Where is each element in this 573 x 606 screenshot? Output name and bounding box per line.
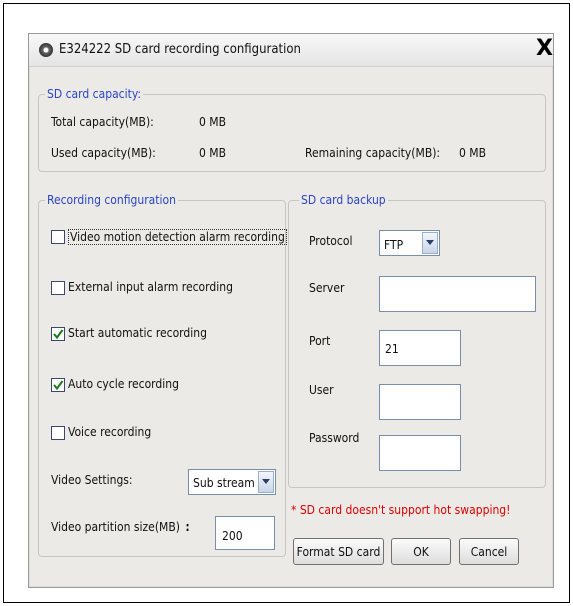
title-bar[interactable]: E324222 SD card recording configuration … <box>29 34 553 67</box>
option-label[interactable]: Auto cycle recording <box>68 377 179 391</box>
sd-recording-dialog: E324222 SD card recording configuration … <box>28 33 554 588</box>
partition-size-label: Video partition size(MB) : <box>51 520 190 534</box>
hot-swap-warning: * SD card doesn't support hot swapping! <box>291 503 511 517</box>
chevron-down-icon[interactable] <box>422 232 438 254</box>
video-settings-value: Sub stream <box>193 476 255 490</box>
backup-legend: SD card backup <box>299 193 388 207</box>
video-settings-select[interactable]: Sub stream <box>188 469 276 495</box>
chevron-down-icon[interactable] <box>258 471 274 493</box>
camera-icon <box>39 43 53 57</box>
option-label[interactable]: External input alarm recording <box>68 280 233 294</box>
port-input[interactable]: 21 <box>379 330 461 366</box>
backup-group: SD card backup Protocol FTP Server Port … <box>288 193 546 488</box>
recording-group: Recording configuration Video motion det… <box>38 193 287 557</box>
port-label: Port <box>309 334 331 348</box>
checkbox[interactable] <box>51 378 65 392</box>
protocol-value: FTP <box>384 238 404 252</box>
option-label[interactable]: Start automatic recording <box>68 326 207 340</box>
checkbox[interactable] <box>51 230 65 244</box>
checkbox[interactable] <box>51 327 65 341</box>
checkbox[interactable] <box>51 281 65 295</box>
cancel-button[interactable]: Cancel <box>459 538 519 565</box>
used-capacity-value: 0 MB <box>199 146 227 160</box>
total-capacity-value: 0 MB <box>199 115 227 129</box>
partition-size-value: 200 <box>222 529 243 543</box>
partition-size-input[interactable]: 200 <box>215 516 275 550</box>
remaining-capacity-value: 0 MB <box>459 146 487 160</box>
window-title: E324222 SD card recording configuration <box>59 42 301 57</box>
partition-size-colon: : <box>185 520 190 534</box>
user-label: User <box>309 383 334 397</box>
partition-size-text: Video partition size(MB) <box>51 520 180 534</box>
checkbox[interactable] <box>51 426 65 440</box>
port-value: 21 <box>385 342 399 356</box>
total-capacity-label: Total capacity(MB): <box>51 115 154 129</box>
format-sd-card-button[interactable]: Format SD card <box>293 538 384 565</box>
password-input[interactable] <box>379 435 461 471</box>
protocol-label: Protocol <box>309 234 353 248</box>
server-input[interactable] <box>379 276 536 312</box>
option-label[interactable]: Video motion detection alarm recording <box>68 229 287 245</box>
ok-button[interactable]: OK <box>391 538 451 565</box>
close-button[interactable]: X <box>536 36 553 62</box>
recording-legend: Recording configuration <box>45 193 178 207</box>
remaining-capacity-label: Remaining capacity(MB): <box>305 146 441 160</box>
checkmark-icon <box>53 380 64 391</box>
video-settings-label: Video Settings: <box>51 473 133 487</box>
checkmark-icon <box>53 329 64 340</box>
used-capacity-label: Used capacity(MB): <box>51 146 156 160</box>
user-input[interactable] <box>379 384 461 420</box>
capacity-group: SD card capacity: Total capacity(MB): 0 … <box>38 87 546 172</box>
protocol-select[interactable]: FTP <box>379 230 440 256</box>
option-label[interactable]: Voice recording <box>68 425 151 439</box>
server-label: Server <box>309 281 345 295</box>
password-label: Password <box>309 431 360 445</box>
capacity-legend: SD card capacity: <box>45 87 143 101</box>
